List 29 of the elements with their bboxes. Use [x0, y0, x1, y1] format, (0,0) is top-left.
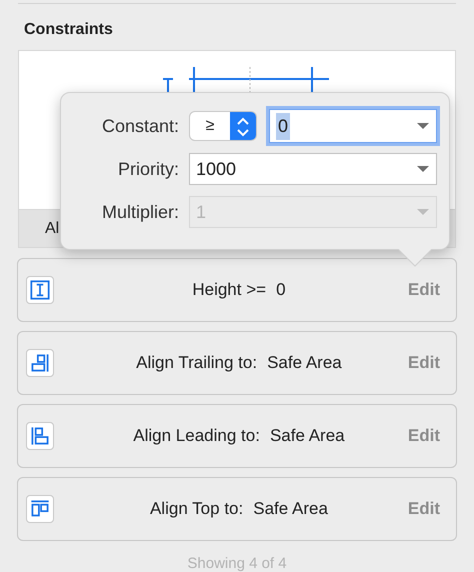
constraint-value: Safe Area: [267, 352, 342, 374]
constraint-row[interactable]: Align Top to: Safe Area Edit: [17, 477, 457, 541]
stepper-icon: [230, 112, 256, 140]
relation-stepper[interactable]: ≥: [189, 111, 257, 141]
constraint-row[interactable]: Align Trailing to: Safe Area Edit: [17, 331, 457, 395]
field-label: Multiplier:: [100, 200, 179, 224]
constraint-label: Align Leading to:: [133, 425, 260, 448]
field-label: Constant:: [100, 114, 179, 138]
height-constraint-icon: [26, 276, 54, 304]
filter-label: Al: [45, 218, 60, 238]
dropdown-arrow-icon: [416, 122, 430, 130]
dropdown-arrow-icon: [416, 208, 430, 216]
align-top-icon: [26, 495, 54, 523]
footer-count: Showing 4 of 4: [186, 554, 288, 572]
section-title: Constraints: [24, 20, 114, 40]
field-label: Priority:: [116, 158, 179, 181]
constraint-row[interactable]: Height >= 0 Edit: [17, 258, 457, 322]
constraint-label: Height >=: [192, 279, 266, 302]
constraint-value: 0: [276, 279, 286, 302]
constant-combo-field[interactable]: 0: [269, 109, 437, 143]
align-trailing-icon: [26, 349, 54, 377]
constraint-label: Align Top to:: [150, 498, 244, 520]
constraint-value: Safe Area: [253, 498, 328, 520]
constraint-label: Align Trailing to:: [136, 352, 258, 374]
combo-field[interactable]: 1000: [189, 153, 437, 185]
constraint-row[interactable]: Align Leading to: Safe Area Edit: [17, 404, 457, 468]
align-leading-icon: [26, 422, 54, 450]
dropdown-arrow-icon: [416, 165, 430, 173]
constraint-value: Safe Area: [270, 425, 345, 448]
